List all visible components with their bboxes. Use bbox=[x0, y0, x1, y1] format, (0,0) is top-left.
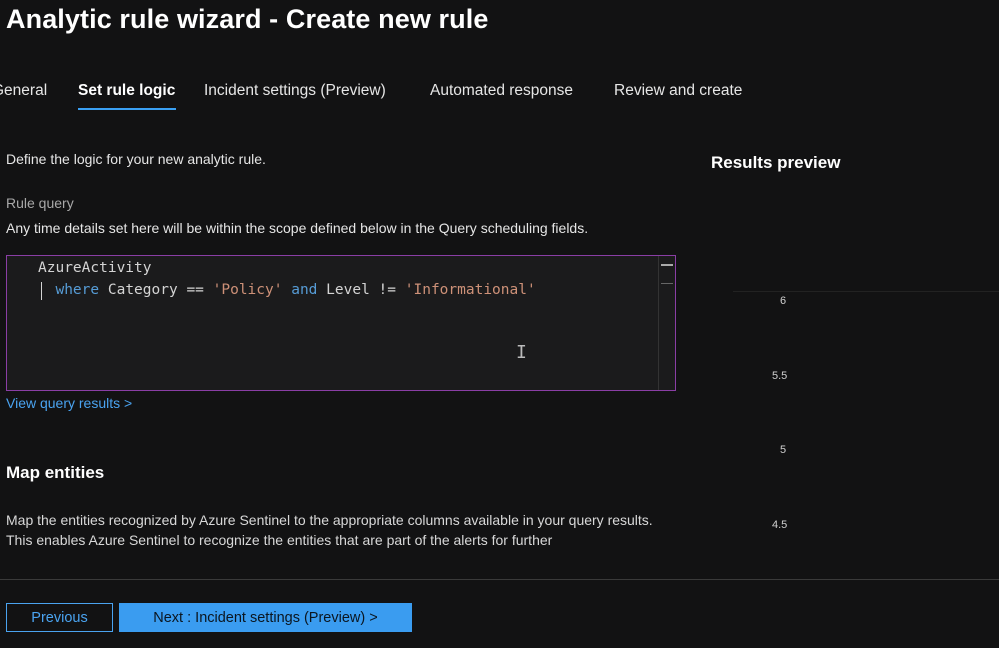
previous-button[interactable]: Previous bbox=[6, 603, 113, 632]
view-query-results-link[interactable]: View query results > bbox=[6, 395, 132, 411]
results-chart-gridline bbox=[733, 291, 999, 292]
tab-incident-settings[interactable]: Incident settings (Preview) bbox=[204, 82, 386, 100]
tab-automated-response[interactable]: Automated response bbox=[430, 82, 573, 100]
map-entities-description: Map the entities recognized by Azure Sen… bbox=[6, 510, 666, 550]
intro-text: Define the logic for your new analytic r… bbox=[6, 151, 266, 167]
y-tick-label: 5 bbox=[780, 444, 787, 456]
editor-scrollbar[interactable] bbox=[658, 256, 675, 390]
tab-set-rule-logic[interactable]: Set rule logic bbox=[78, 82, 175, 100]
footer-divider bbox=[0, 579, 999, 580]
query-operator-equals: == bbox=[186, 282, 204, 298]
map-entities-paragraph-1: Map the entities recognized by Azure Sen… bbox=[6, 512, 653, 528]
tab-review-and-create[interactable]: Review and create bbox=[614, 82, 742, 100]
scrollbar-marker bbox=[661, 283, 673, 284]
query-value-informational: 'Informational' bbox=[404, 282, 536, 298]
query-line-2: where Category == 'Policy' and Level != … bbox=[38, 282, 536, 298]
query-keyword-and: and bbox=[291, 282, 318, 298]
query-line-1: AzureActivity bbox=[38, 260, 152, 276]
map-entities-paragraph-2: This enables Azure Sentinel to recognize… bbox=[6, 532, 553, 548]
results-preview-title: Results preview bbox=[711, 153, 841, 172]
query-field-category: Category bbox=[107, 282, 178, 298]
rule-query-label: Rule query bbox=[6, 195, 74, 211]
rule-query-description: Any time details set here will be within… bbox=[6, 220, 589, 236]
query-keyword-where: where bbox=[55, 282, 100, 298]
wizard-page: Analytic rule wizard - Create new rule G… bbox=[0, 0, 999, 648]
query-operator-not-equals: != bbox=[378, 282, 397, 298]
rule-query-editor[interactable]: AzureActivity where Category == 'Policy'… bbox=[6, 255, 676, 391]
active-tab-indicator bbox=[78, 108, 176, 110]
tab-general[interactable]: General bbox=[0, 82, 47, 100]
y-tick-label: 5.5 bbox=[772, 370, 788, 382]
wizard-tabs: General Set rule logic Incident settings… bbox=[0, 82, 780, 112]
scrollbar-thumb[interactable] bbox=[661, 264, 673, 266]
query-field-level: Level bbox=[326, 282, 370, 298]
y-tick-label: 4.5 bbox=[772, 519, 788, 531]
map-entities-heading: Map entities bbox=[6, 463, 105, 482]
y-tick-label: 6 bbox=[780, 295, 787, 307]
next-incident-settings-button[interactable]: Next : Incident settings (Preview) > bbox=[119, 603, 412, 632]
page-title: Analytic rule wizard - Create new rule bbox=[6, 4, 489, 34]
query-value-policy: 'Policy' bbox=[212, 282, 283, 298]
i-beam-cursor-icon: I bbox=[516, 342, 527, 363]
